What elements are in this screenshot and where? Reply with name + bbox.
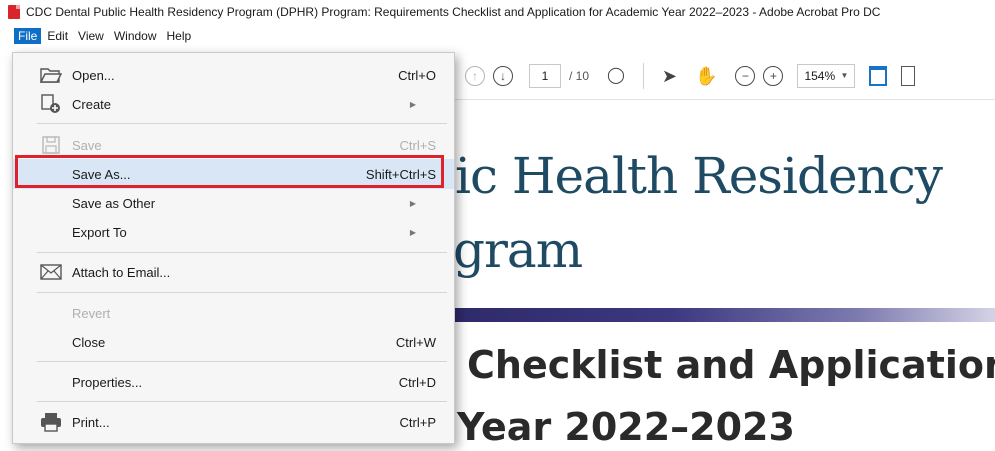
menu-edit[interactable]: Edit <box>43 28 72 44</box>
submenu-arrow-icon: ▶ <box>409 227 416 237</box>
next-page-icon[interactable]: ↓ <box>493 65 513 86</box>
document-subheading-line2: Year 2022–2023 <box>457 405 795 449</box>
page-total: / 10 <box>569 68 590 83</box>
submenu-arrow-icon: ▶ <box>409 198 416 208</box>
hand-icon[interactable]: ✋ <box>695 67 717 85</box>
folder-open-icon <box>40 65 62 85</box>
pointer-icon[interactable]: ➤ <box>662 67 677 85</box>
menu-item-close[interactable]: Close Ctrl+W <box>13 327 454 357</box>
menu-item-label: Revert <box>72 305 111 321</box>
document-heading-line2: gram <box>455 221 583 279</box>
menu-separator <box>37 401 447 402</box>
menu-help[interactable]: Help <box>163 28 196 44</box>
menu-item-label: Save as Other <box>72 195 156 211</box>
menu-separator <box>37 292 447 293</box>
menu-item-attach-email[interactable]: Attach to Email... <box>13 257 454 287</box>
zoom-in-icon[interactable]: + <box>763 65 784 86</box>
save-disk-icon <box>40 135 62 155</box>
menu-item-open[interactable]: Open... Ctrl+O <box>13 60 454 90</box>
file-menu-dropdown: Open... Ctrl+O Create ▶ Save Ctrl+S Save… <box>12 52 455 444</box>
menu-item-label: Create <box>72 96 112 112</box>
select-text-icon[interactable]: ◯ <box>607 67 625 84</box>
menu-item-shortcut: Ctrl+D <box>398 374 436 390</box>
menu-item-label: Save <box>72 137 102 153</box>
menu-separator <box>37 123 447 124</box>
page-number-input[interactable]: 1 <box>529 63 561 88</box>
zoom-select[interactable]: 154% ▼ <box>797 63 856 88</box>
document-page: ic Health Residency gram Checklist and A… <box>455 101 995 451</box>
chevron-down-icon: ▼ <box>840 71 849 80</box>
menu-item-label: Print... <box>72 414 110 430</box>
menu-item-shortcut: Ctrl+S <box>399 137 436 153</box>
create-pdf-icon <box>40 94 62 114</box>
printer-icon <box>40 412 62 432</box>
more-tools-icon[interactable] <box>901 65 916 86</box>
menu-item-revert[interactable]: Revert <box>13 298 454 328</box>
menu-item-create[interactable]: Create ▶ <box>13 89 454 119</box>
prev-page-icon[interactable]: ↑ <box>465 65 485 86</box>
submenu-arrow-icon: ▶ <box>409 99 416 109</box>
menu-separator <box>37 361 447 362</box>
toolbar: ↑ ↓ 1 / 10 ◯ ➤ ✋ − + 154% ▼ <box>455 52 995 100</box>
toolbar-divider <box>642 62 644 89</box>
menu-item-shortcut: Ctrl+O <box>398 67 436 83</box>
menu-item-print[interactable]: Print... Ctrl+P <box>13 407 454 437</box>
document-divider-bar <box>455 308 995 322</box>
menu-separator <box>37 252 447 253</box>
menu-item-label: Export To <box>72 224 127 240</box>
menu-item-label: Properties... <box>72 374 143 390</box>
menu-view[interactable]: View <box>74 28 108 44</box>
menu-item-label: Open... <box>72 67 115 83</box>
menu-item-shortcut: Ctrl+P <box>399 414 436 430</box>
menu-item-properties[interactable]: Properties... Ctrl+D <box>13 367 454 397</box>
menu-item-shortcut: Ctrl+W <box>395 334 436 350</box>
document-subheading-line1: Checklist and Application <box>467 343 995 387</box>
document-heading-line1: ic Health Residency <box>455 147 943 205</box>
menu-bar: File Edit View Window Help <box>0 24 995 52</box>
zoom-out-icon[interactable]: − <box>735 65 756 86</box>
menu-item-label: Attach to Email... <box>72 264 171 280</box>
menu-item-save-as-other[interactable]: Save as Other ▶ <box>13 188 454 218</box>
fit-page-icon[interactable] <box>869 65 888 86</box>
save-as-highlight-frame <box>15 155 444 188</box>
menu-item-export-to[interactable]: Export To ▶ <box>13 217 454 247</box>
menu-window[interactable]: Window <box>110 28 161 44</box>
email-envelope-icon <box>40 262 62 282</box>
menu-file[interactable]: File <box>14 28 42 44</box>
zoom-value: 154% <box>804 68 836 83</box>
window-title: CDC Dental Public Health Residency Progr… <box>26 5 881 19</box>
acrobat-pdf-icon <box>8 5 20 19</box>
window-title-bar: CDC Dental Public Health Residency Progr… <box>0 0 995 24</box>
menu-item-label: Close <box>72 334 106 350</box>
